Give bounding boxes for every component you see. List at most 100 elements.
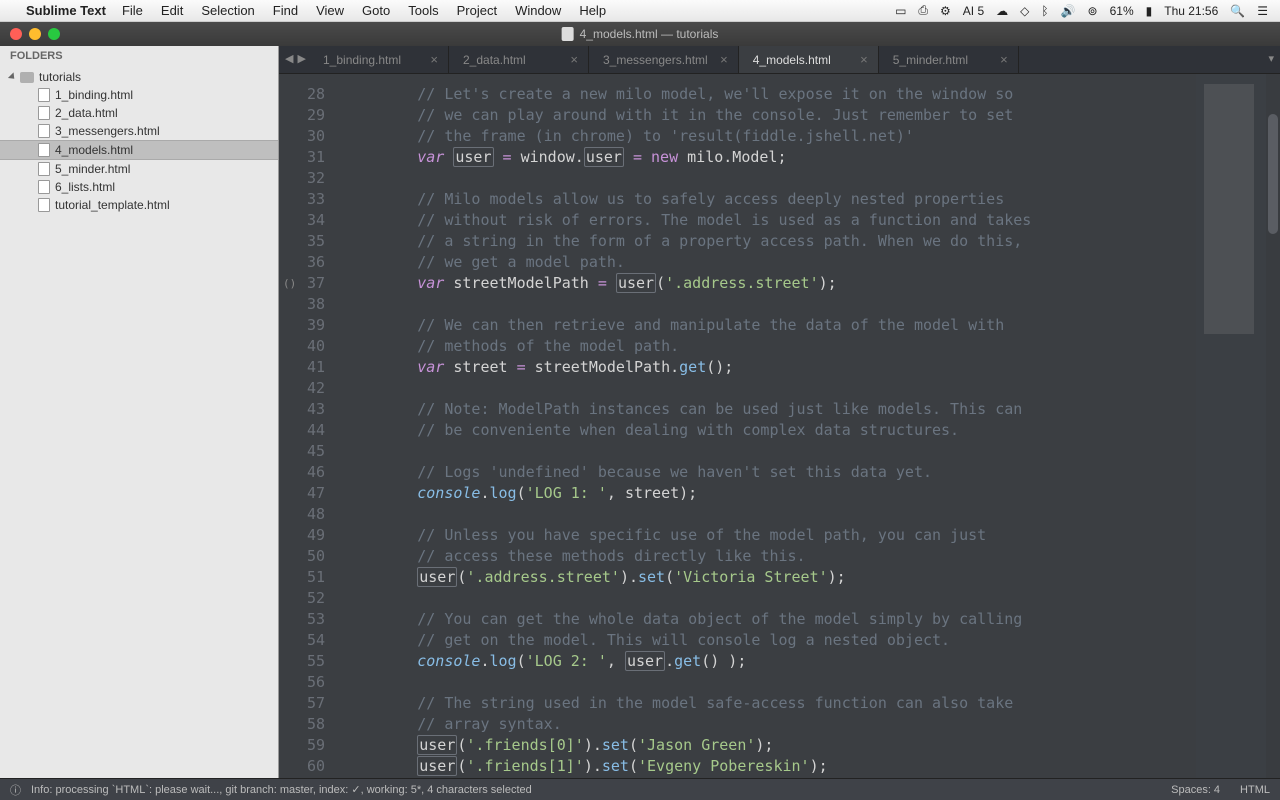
sidebar-file[interactable]: tutorial_template.html	[0, 196, 278, 214]
tray-cloud-icon[interactable]: ☁	[996, 4, 1008, 18]
tray-ai-badge[interactable]: AI 5	[963, 4, 984, 18]
code-line[interactable]: // we get a model path.	[345, 252, 1280, 273]
code-line[interactable]	[345, 672, 1280, 693]
code-line[interactable]: // Note: ModelPath instances can be used…	[345, 399, 1280, 420]
code-line[interactable]: // we can play around with it in the con…	[345, 105, 1280, 126]
minimap[interactable]	[1196, 74, 1266, 778]
code-line[interactable]: // You can get the whole data object of …	[345, 609, 1280, 630]
tray-video-icon[interactable]: ⎙	[918, 3, 928, 18]
code-line[interactable]: // Milo models allow us to safely access…	[345, 189, 1280, 210]
menu-edit[interactable]: Edit	[161, 3, 183, 18]
code-line[interactable]: // be conveniente when dealing with comp…	[345, 420, 1280, 441]
line-number: 48	[279, 504, 325, 525]
code-line[interactable]: // array syntax.	[345, 714, 1280, 735]
code-line[interactable]	[345, 294, 1280, 315]
app-name[interactable]: Sublime Text	[26, 3, 106, 18]
code-line[interactable]: var user = window.user = new milo.Model;	[345, 147, 1280, 168]
menu-help[interactable]: Help	[579, 3, 606, 18]
menu-tools[interactable]: Tools	[408, 3, 438, 18]
code-line[interactable]: console.log('LOG 2: ', user.get() );	[345, 651, 1280, 672]
code-line[interactable]	[345, 378, 1280, 399]
tab[interactable]: 2_data.html×	[449, 46, 589, 73]
code-line[interactable]: // access these methods directly like th…	[345, 546, 1280, 567]
code-line[interactable]: // The string used in the model safe-acc…	[345, 693, 1280, 714]
tray-notifications-icon[interactable]: ☰	[1257, 4, 1268, 18]
window-maximize-button[interactable]	[48, 28, 60, 40]
code-line[interactable]	[345, 441, 1280, 462]
tab-close-icon[interactable]: ×	[860, 52, 868, 67]
tray-battery[interactable]: 61%	[1110, 4, 1134, 18]
code-line[interactable]	[345, 588, 1280, 609]
tray-wifi-icon[interactable]: ⊚	[1088, 4, 1098, 18]
tab[interactable]: 5_minder.html ×	[879, 46, 1019, 73]
code-line[interactable]: // without risk of errors. The model is …	[345, 210, 1280, 231]
code-line[interactable]: // Let's create a new milo model, we'll …	[345, 84, 1280, 105]
menu-project[interactable]: Project	[457, 3, 497, 18]
scrollbar-thumb[interactable]	[1268, 114, 1278, 234]
code-line[interactable]: console.log('LOG 1: ', street);	[345, 483, 1280, 504]
tab-close-icon[interactable]: ×	[430, 52, 438, 67]
file-label: 1_binding.html	[55, 88, 133, 102]
tray-clock[interactable]: Thu 21:56	[1164, 4, 1218, 18]
sidebar-file[interactable]: 5_minder.html	[0, 160, 278, 178]
status-syntax[interactable]: HTML	[1240, 784, 1270, 796]
nav-back-icon[interactable]: ◀	[285, 52, 293, 65]
sidebar-file[interactable]: 6_lists.html	[0, 178, 278, 196]
tray-dropbox-icon[interactable]: ◇	[1020, 4, 1029, 18]
disclosure-triangle-icon[interactable]	[8, 72, 17, 81]
code-line[interactable]: // a string in the form of a property ac…	[345, 231, 1280, 252]
tab-close-icon[interactable]: ×	[570, 52, 578, 67]
sidebar-file[interactable]: 2_data.html	[0, 104, 278, 122]
folder-icon	[20, 72, 34, 83]
sidebar-file[interactable]: 3_messengers.html	[0, 122, 278, 140]
document-icon	[562, 27, 574, 41]
sidebar-file[interactable]: 1_binding.html	[0, 86, 278, 104]
window-close-button[interactable]	[10, 28, 22, 40]
code-line[interactable]: user('.friends[1]').set('Evgeny Poberesk…	[345, 756, 1280, 777]
code-line[interactable]: user('.address.street').set('Victoria St…	[345, 567, 1280, 588]
menu-window[interactable]: Window	[515, 3, 561, 18]
sidebar-header: FOLDERS	[0, 46, 278, 66]
tab-close-icon[interactable]: ×	[720, 52, 728, 67]
menu-goto[interactable]: Goto	[362, 3, 390, 18]
menu-find[interactable]: Find	[273, 3, 298, 18]
tab[interactable]: 1_binding.html×	[309, 46, 449, 73]
code-line[interactable]: // Unless you have specific use of the m…	[345, 525, 1280, 546]
code-content[interactable]: // Let's create a new milo model, we'll …	[337, 74, 1280, 778]
tab-close-icon[interactable]: ×	[1000, 52, 1008, 67]
tab-label: 5_minder.html	[893, 53, 968, 67]
code-line[interactable]: var street = streetModelPath.get();	[345, 357, 1280, 378]
code-line[interactable]: user('.friends[0]').set('Jason Green');	[345, 735, 1280, 756]
fold-marker-icon[interactable]: ()	[283, 273, 296, 294]
tray-spotlight-icon[interactable]: 🔍	[1230, 4, 1245, 18]
code-line[interactable]	[345, 504, 1280, 525]
sidebar-file[interactable]: 4_models.html	[0, 140, 278, 160]
tray-settings-icon[interactable]: ⚙	[940, 4, 951, 18]
tabs-overflow-icon[interactable]: ▾	[1268, 52, 1274, 65]
menu-selection[interactable]: Selection	[201, 3, 254, 18]
code-area[interactable]: 28293031323334353637()383940414243444546…	[279, 74, 1280, 778]
code-line[interactable]: // the frame (in chrome) to 'result(fidd…	[345, 126, 1280, 147]
line-number: 29	[279, 105, 325, 126]
window-minimize-button[interactable]	[29, 28, 41, 40]
sidebar-folder-tutorials[interactable]: tutorials	[0, 68, 278, 86]
code-line[interactable]	[345, 168, 1280, 189]
status-spaces[interactable]: Spaces: 4	[1171, 784, 1220, 796]
code-line[interactable]: // get on the model. This will console l…	[345, 630, 1280, 651]
menu-view[interactable]: View	[316, 3, 344, 18]
line-number: 28	[279, 84, 325, 105]
line-number: 40	[279, 336, 325, 357]
tab[interactable]: 4_models.html×	[739, 46, 879, 73]
tray-battery-icon[interactable]: ▮	[1146, 4, 1153, 18]
nav-forward-icon[interactable]: ▶	[297, 52, 305, 65]
tray-screen-icon[interactable]: ▭	[895, 4, 906, 18]
tab[interactable]: 3_messengers.html×	[589, 46, 739, 73]
code-line[interactable]: // Logs 'undefined' because we haven't s…	[345, 462, 1280, 483]
code-line[interactable]: // methods of the model path.	[345, 336, 1280, 357]
code-line[interactable]: // We can then retrieve and manipulate t…	[345, 315, 1280, 336]
tray-bluetooth-icon[interactable]: ᛒ	[1041, 4, 1048, 18]
vertical-scrollbar[interactable]	[1266, 74, 1280, 778]
menu-file[interactable]: File	[122, 3, 143, 18]
code-line[interactable]: var streetModelPath = user('.address.str…	[345, 273, 1280, 294]
tray-volume-icon[interactable]: 🔊	[1061, 4, 1076, 18]
